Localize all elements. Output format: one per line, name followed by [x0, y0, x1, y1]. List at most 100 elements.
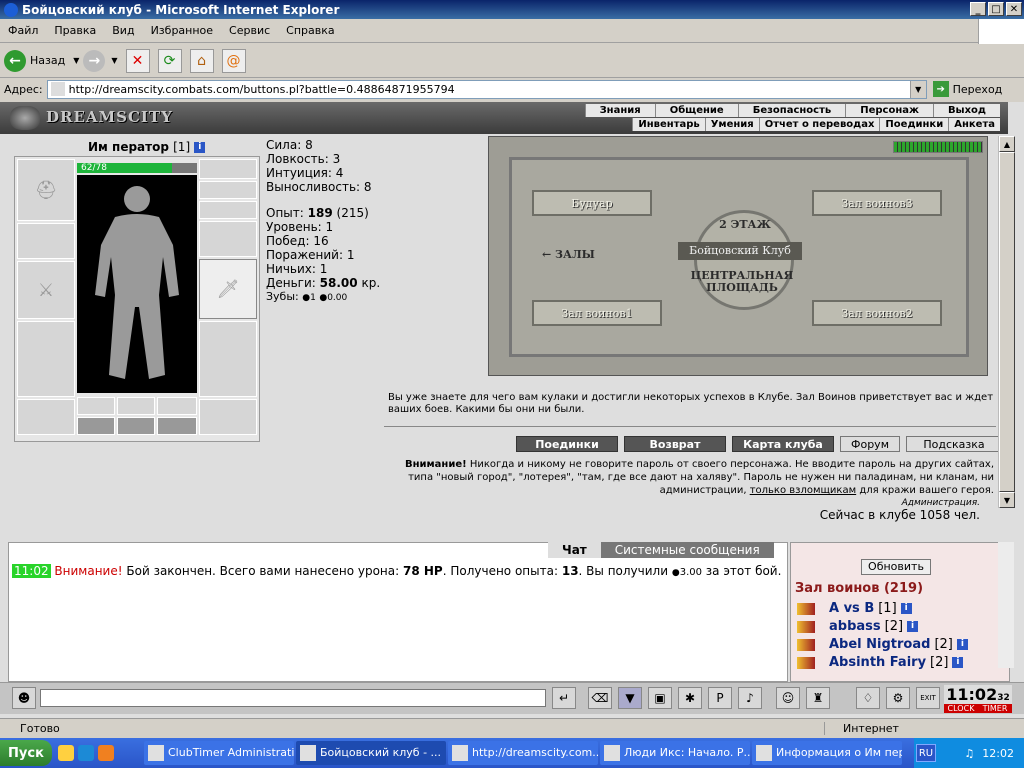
menu-favorites[interactable]: Избранное	[143, 24, 221, 37]
back-button[interactable]: ← Назад ▼	[4, 47, 79, 75]
nav-skills[interactable]: Умения	[704, 118, 759, 131]
info-icon[interactable]: i	[956, 639, 968, 650]
task-dreamscity[interactable]: http://dreamscity.com....	[448, 741, 598, 765]
scroll-up-icon[interactable]: ▲	[999, 136, 1015, 152]
nav-communication[interactable]: Общение	[654, 104, 738, 117]
user-list-item[interactable]: Abel Nigtroad [2] i	[797, 637, 968, 652]
fight-icon[interactable]	[797, 656, 815, 669]
tab-chat[interactable]: Чат	[548, 542, 601, 558]
weapon-slot[interactable]: ⚔	[17, 261, 75, 319]
fights-button[interactable]: Поединки	[516, 436, 618, 452]
bracers-slot[interactable]	[17, 223, 75, 259]
message-time[interactable]: 11:02	[12, 564, 51, 578]
info-icon[interactable]: i	[900, 603, 912, 614]
info-icon[interactable]: i	[194, 142, 206, 153]
user-list-item[interactable]: Absinth Fairy [2] i	[797, 655, 964, 670]
return-button[interactable]: Возврат	[624, 436, 726, 452]
hackers-link[interactable]: только взломщикам	[750, 485, 856, 496]
go-button[interactable]: ➔ Переход	[932, 81, 1002, 97]
fight-icon[interactable]	[797, 620, 815, 633]
map-room-hall1[interactable]: Зал воинов1	[532, 300, 662, 326]
hint-button[interactable]: Подсказка	[906, 436, 1002, 452]
earring-slot[interactable]	[199, 159, 257, 179]
map-room-boudoir[interactable]: Будуар	[532, 190, 652, 216]
menu-file[interactable]: Файл	[0, 24, 46, 37]
map-room-club[interactable]: Бойцовский Клуб	[678, 242, 802, 260]
user-list-item[interactable]: A vs B [1] i	[797, 601, 912, 616]
menu-tools[interactable]: Сервис	[221, 24, 278, 37]
minimize-button[interactable]: _	[970, 2, 986, 16]
maximize-button[interactable]: □	[988, 2, 1004, 16]
info-icon[interactable]: i	[952, 657, 964, 668]
exit-button[interactable]: EXIT	[916, 687, 940, 709]
quick-launch-icon[interactable]	[58, 745, 74, 761]
menu-view[interactable]: Вид	[104, 24, 142, 37]
quick-launch-icon[interactable]	[98, 745, 114, 761]
armor-slot[interactable]	[17, 321, 75, 397]
refresh-button[interactable]: Обновить	[861, 559, 931, 575]
timer-tab[interactable]: TIMER	[978, 704, 1012, 713]
nav-security[interactable]: Безопасность	[737, 104, 846, 117]
smiley-icon[interactable]: ☺	[776, 687, 800, 709]
main-scrollbar[interactable]: ▲ ▼	[998, 136, 1015, 508]
leggings-slot[interactable]	[199, 321, 257, 397]
forum-button[interactable]: Форум	[840, 436, 900, 452]
language-indicator[interactable]: RU	[916, 744, 936, 762]
chat-face-icon[interactable]: ☻	[12, 687, 36, 709]
boots-slot[interactable]	[199, 399, 257, 435]
chevron-down-icon[interactable]: ▼	[909, 80, 926, 98]
gem-slot-3[interactable]	[157, 417, 197, 435]
nav-profile[interactable]: Анкета	[948, 118, 1000, 131]
mail-icon[interactable]: @	[221, 48, 246, 73]
address-input[interactable]: http://dreamscity.combats.com/buttons.pl…	[46, 79, 927, 99]
gloves-slot[interactable]	[199, 221, 257, 257]
task-info[interactable]: Информация о Им пер...	[752, 741, 902, 765]
quick-launch-icon[interactable]	[78, 745, 94, 761]
avatar[interactable]	[77, 175, 197, 393]
helmet-icon[interactable]: ♜	[806, 687, 830, 709]
map-room-hall3[interactable]: Зал воинов3	[812, 190, 942, 216]
filter-icon[interactable]: ▼	[618, 687, 642, 709]
chevron-down-icon[interactable]: ▼	[73, 56, 79, 65]
tab-system-messages[interactable]: Системные сообщения	[600, 542, 774, 558]
chat-input[interactable]	[40, 689, 546, 707]
scroll-thumb[interactable]	[999, 152, 1015, 492]
send-arrow-icon[interactable]: ↵	[552, 687, 576, 709]
gem-slot-2[interactable]	[117, 417, 155, 435]
forward-button[interactable]: → ▼	[83, 47, 118, 75]
bag-icon[interactable]: ♢	[856, 687, 880, 709]
map-room-central[interactable]: ЦЕНТРАЛЬНАЯ ПЛОЩАДЬ	[680, 270, 804, 294]
rings-slot[interactable]	[199, 201, 257, 219]
eraser-icon[interactable]: ⌫	[588, 687, 612, 709]
offhand-slot[interactable]: 🗡	[199, 259, 257, 319]
tray-clock[interactable]: 12:02	[982, 747, 1014, 760]
close-button[interactable]: ✕	[1006, 2, 1022, 16]
home-icon[interactable]: ⌂	[189, 48, 214, 73]
task-clubtimer[interactable]: ClubTimer Administration	[144, 741, 294, 765]
scroll-down-icon[interactable]: ▼	[999, 492, 1015, 508]
chevron-down-icon[interactable]: ▼	[111, 56, 117, 65]
refresh-icon[interactable]: ⟳	[157, 48, 182, 73]
club-map-button[interactable]: Карта клуба	[732, 436, 834, 452]
fight-icon[interactable]	[797, 638, 815, 651]
belt-slot[interactable]	[17, 399, 75, 435]
settings-icon[interactable]: ⚙	[886, 687, 910, 709]
clock-tab[interactable]: CLOCK	[944, 704, 978, 713]
nav-exit[interactable]: Выход	[932, 104, 1000, 117]
chat-window[interactable]	[8, 542, 788, 682]
helmet-slot[interactable]: ⛑	[17, 159, 75, 221]
stop-icon[interactable]: ✕	[125, 48, 150, 73]
gem-slot-1[interactable]	[77, 417, 115, 435]
nav-inventory[interactable]: Инвентарь	[632, 118, 705, 131]
nav-transfers[interactable]: Отчет о переводах	[758, 118, 880, 131]
sound-icon[interactable]: ♪	[738, 687, 762, 709]
rune-slot-2[interactable]	[117, 397, 155, 415]
nav-fights[interactable]: Поединки	[879, 118, 949, 131]
task-fightclub[interactable]: Бойцовский клуб - ...	[296, 741, 446, 765]
start-button[interactable]: Пуск	[0, 740, 52, 766]
map-halls-link[interactable]: ← ЗАЛЫ	[542, 248, 595, 261]
nav-knowledge[interactable]: Знания	[584, 104, 655, 117]
save-icon[interactable]: ▣	[648, 687, 672, 709]
rune-slot-1[interactable]	[77, 397, 115, 415]
translit-icon[interactable]: P	[708, 687, 732, 709]
